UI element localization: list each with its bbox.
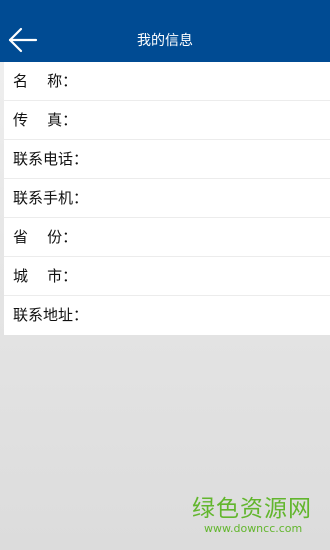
field-label-province: 省 份： xyxy=(13,228,78,246)
address-field[interactable] xyxy=(88,302,324,330)
watermark-text: 绿色资源网 xyxy=(192,496,312,522)
field-label-fax: 传 真： xyxy=(13,111,78,129)
field-row-name: 名 称： xyxy=(4,62,330,101)
field-row-fax: 传 真： xyxy=(4,101,330,140)
info-form: 名 称： 传 真： 联系电话： 联系手机： 省 份： 城 市： 联系地址： xyxy=(4,62,330,335)
app-header: 我的信息 xyxy=(0,0,330,62)
fax-field[interactable] xyxy=(88,107,324,135)
city-field[interactable] xyxy=(88,263,324,291)
site-watermark: 绿色资源网 www.downcc.com xyxy=(192,496,328,535)
field-label-city: 城 市： xyxy=(13,267,78,285)
field-row-city: 城 市： xyxy=(4,257,330,296)
watermark-url: www.downcc.com xyxy=(204,522,303,535)
field-row-phone: 联系电话： xyxy=(4,140,330,179)
name-field[interactable] xyxy=(88,68,324,96)
page-title: 我的信息 xyxy=(137,33,193,49)
mobile-field[interactable] xyxy=(88,185,324,213)
field-label-phone: 联系电话： xyxy=(13,150,89,168)
field-label-name: 名 称： xyxy=(13,72,78,90)
phone-field[interactable] xyxy=(88,146,324,174)
field-label-address: 联系地址： xyxy=(13,306,89,324)
field-row-mobile: 联系手机： xyxy=(4,179,330,218)
field-label-mobile: 联系手机： xyxy=(13,189,89,207)
field-row-province: 省 份： xyxy=(4,218,330,257)
field-row-address: 联系地址： xyxy=(4,296,330,335)
province-field[interactable] xyxy=(88,224,324,252)
